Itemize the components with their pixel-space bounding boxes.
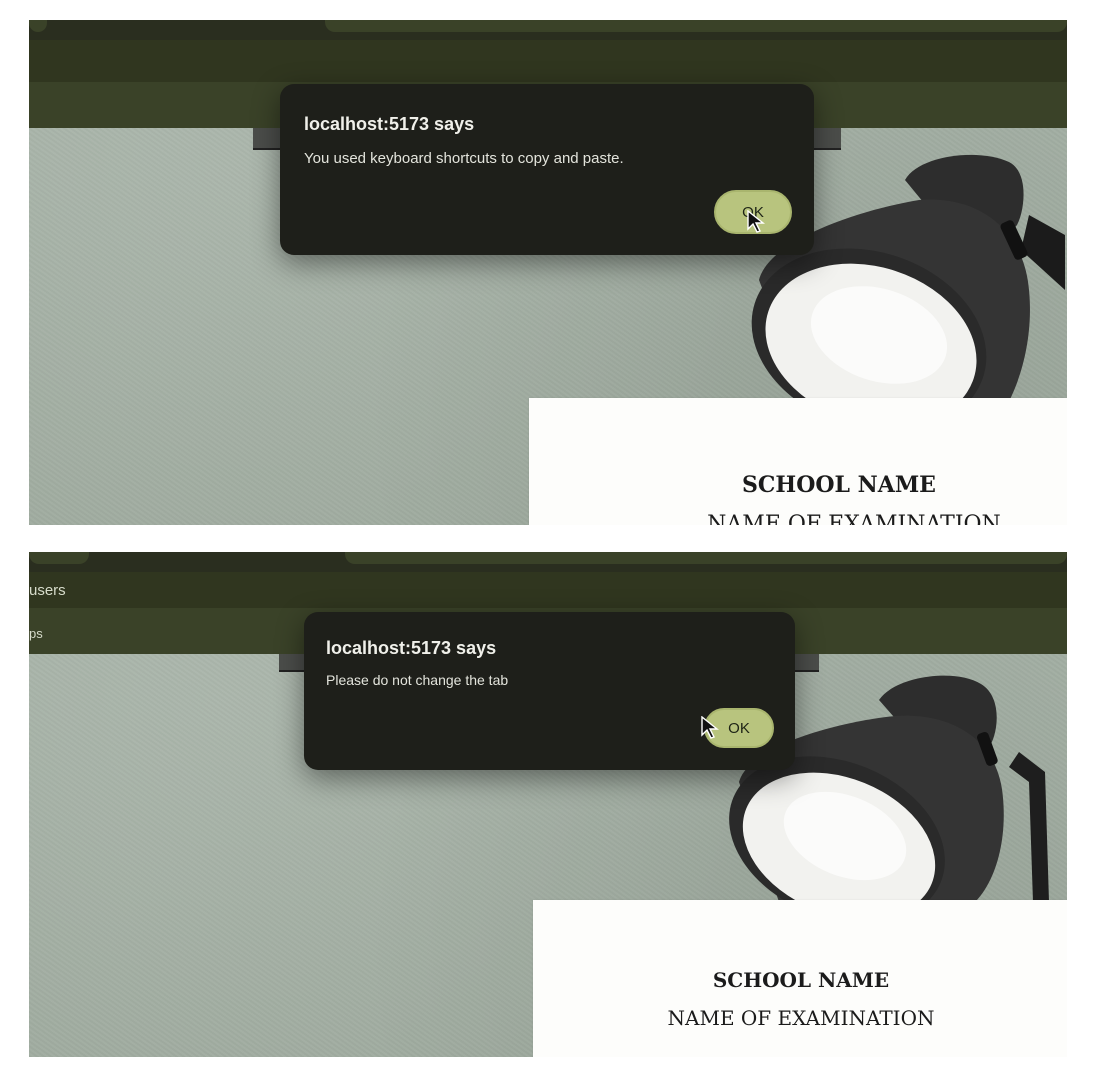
address-bar-edge (345, 552, 1067, 564)
nav-item-apps[interactable]: ps (29, 626, 43, 641)
screenshot-panel-2: users ps SCHOOL NAME NAME OF EXAMINATION… (29, 552, 1067, 1057)
screenshot-panel-1: SCHOOL NAME NAME OF EXAMINATION localhos… (29, 20, 1067, 525)
mouse-cursor-icon (701, 716, 719, 739)
alert-dialog: localhost:5173 says You used keyboard sh… (280, 84, 814, 255)
exam-paper-preview: SCHOOL NAME NAME OF EXAMINATION (533, 900, 1067, 1057)
dialog-title: localhost:5173 says (304, 114, 475, 134)
tab-edge (29, 552, 89, 564)
app-header (29, 572, 1067, 608)
examination-name: NAME OF EXAMINATION (667, 1006, 935, 1030)
alert-dialog: localhost:5173 says Please do not change… (304, 612, 795, 770)
nav-item-users[interactable]: users (29, 582, 66, 599)
app-header (29, 40, 1067, 82)
mouse-cursor-icon (747, 210, 765, 233)
dialog-message: You used keyboard shortcuts to copy and … (304, 150, 624, 167)
school-name: SCHOOL NAME (712, 968, 890, 992)
address-bar-edge (325, 20, 1067, 32)
school-name: SCHOOL NAME (742, 472, 936, 498)
dialog-message: Please do not change the tab (326, 672, 509, 688)
dialog-title: localhost:5173 says (326, 638, 497, 658)
exam-paper-preview: SCHOOL NAME NAME OF EXAMINATION (529, 398, 1067, 525)
examination-name: NAME OF EXAMINATION (707, 512, 1001, 525)
